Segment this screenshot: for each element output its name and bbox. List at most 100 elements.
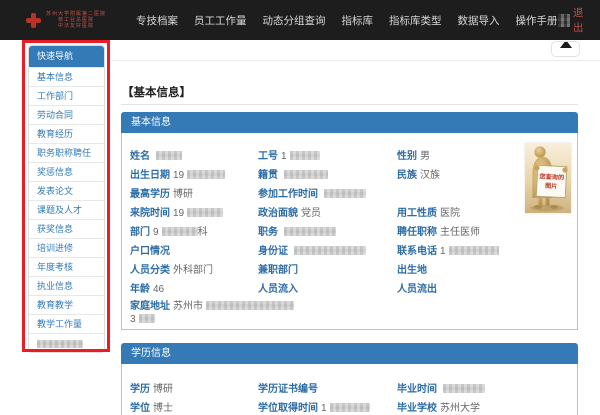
panel-header-education: 学历信息 <box>121 343 578 364</box>
education-info-panel: 学历信息 学历博研 学历证书编号 毕业时间 学位博士 学位取得时间1 毕业学校苏… <box>121 343 578 415</box>
field-value: 党员 <box>301 208 321 219</box>
field-hospital-entry-time: 来院时间19 <box>130 202 258 221</box>
basic-info-panel: 基本信息 姓名 工号1 性别男 出生日期19 籍贯 民族汉族 最高学历博研 参加… <box>121 112 578 330</box>
field-label: 毕业学校 <box>397 403 437 414</box>
field-value: 男 <box>420 151 430 162</box>
field-label: 政治面貌 <box>258 208 298 219</box>
sidebar-item-papers[interactable]: 发表论文 <box>29 181 104 200</box>
field-value: 博士 <box>153 403 173 414</box>
field-value: 博研 <box>173 189 193 200</box>
no-photo-placeholder: 您查询的 图片 <box>525 143 571 213</box>
hospital-logo-text: 苏州大学附属第二医院 核工业总医院 中法友好医院 <box>46 11 106 29</box>
field-diploma-number: 学历证书编号 <box>258 378 397 397</box>
sidebar-item-education-history[interactable]: 教育经历 <box>29 124 104 143</box>
field-label: 部门 <box>130 227 150 238</box>
panel-body-education: 学历博研 学历证书编号 毕业时间 学位博士 学位取得时间1 毕业学校苏州大学 <box>121 364 578 415</box>
red-cross-icon <box>26 13 41 28</box>
field-employee-id: 工号1 <box>258 145 397 164</box>
field-value: 医院 <box>440 208 460 219</box>
field-age: 年龄46 <box>130 278 258 297</box>
sidebar-header: 快速导航 <box>29 46 104 67</box>
field-label: 出生日期 <box>130 170 170 181</box>
nav-item-indicator-type[interactable]: 指标库类型 <box>389 13 442 28</box>
field-label: 聘任职称 <box>397 227 437 238</box>
redacted-value <box>139 314 155 323</box>
field-row: 姓名 工号1 性别男 <box>122 145 577 164</box>
field-value: 19 <box>173 208 184 219</box>
field-label: 来院时间 <box>130 208 170 219</box>
sidebar-item-labor-contract[interactable]: 劳动合同 <box>29 105 104 124</box>
svg-text:您查询的: 您查询的 <box>539 172 564 181</box>
scroll-top-button[interactable] <box>551 41 580 57</box>
redacted-value <box>324 189 366 198</box>
field-row: 户口情况 身份证 联系电话1 <box>122 240 577 259</box>
page-title: 【基本信息】 <box>122 84 191 100</box>
panel-body-basic: 姓名 工号1 性别男 出生日期19 籍贯 民族汉族 最高学历博研 参加工作时间 … <box>121 133 578 330</box>
field-label: 人员分类 <box>130 265 170 276</box>
field-label: 最高学历 <box>130 189 170 200</box>
field-birthplace: 出生地 <box>397 259 577 278</box>
field-row: 人员分类外科部门 兼职部门 出生地 <box>122 259 577 278</box>
field-phone: 联系电话1 <box>397 240 577 259</box>
nav-item-workload[interactable]: 员工工作量 <box>194 13 247 28</box>
field-label: 职务 <box>258 227 278 238</box>
field-home-address: 家庭地址苏州市 3 <box>122 300 577 326</box>
field-label: 民族 <box>397 170 417 181</box>
sidebar-item-teaching-workload[interactable]: 教学工作量 <box>29 314 104 333</box>
sidebar-item-redacted[interactable] <box>29 333 104 352</box>
sidebar-item-annual-assessment[interactable]: 年度考核 <box>29 257 104 276</box>
up-arrow-icon <box>560 41 572 48</box>
nav-item-indicator-lib[interactable]: 指标库 <box>342 13 374 28</box>
logout-button[interactable]: 退出 <box>573 5 588 35</box>
title-separator <box>121 104 578 105</box>
field-label: 工号 <box>258 151 278 162</box>
field-department: 部门9科 <box>130 221 258 240</box>
field-label: 人员流入 <box>258 284 298 295</box>
nav-item-group-query[interactable]: 动态分组查询 <box>263 13 326 28</box>
nav-item-archives[interactable]: 专技档案 <box>136 13 178 28</box>
main-menu: 专技档案 员工工作量 动态分组查询 指标库 指标库类型 数据导入 操作手册 <box>120 13 558 28</box>
redacted-value <box>449 246 499 255</box>
sidebar-item-basic-info[interactable]: 基本信息 <box>29 67 104 86</box>
field-political-status: 政治面貌党员 <box>258 202 397 221</box>
sidebar-item-work-dept[interactable]: 工作部门 <box>29 86 104 105</box>
field-label: 用工性质 <box>397 208 437 219</box>
field-row: 部门9科 职务 聘任职称主任医师 <box>122 221 577 240</box>
redacted-value <box>290 151 320 160</box>
sidebar-item-awards[interactable]: 获奖信息 <box>29 219 104 238</box>
placeholder-figure-image: 您查询的 图片 <box>525 143 571 213</box>
top-navbar: 苏州大学附属第二医院 核工业总医院 中法友好医院 专技档案 员工工作量 动态分组… <box>0 0 600 40</box>
redacted-value <box>187 208 223 217</box>
svg-text:图片: 图片 <box>545 182 558 191</box>
redacted-value <box>284 170 328 179</box>
redacted-value <box>294 246 366 255</box>
field-value: 汉族 <box>420 170 440 181</box>
field-value: 苏州大学 <box>440 403 480 414</box>
nav-item-manual[interactable]: 操作手册 <box>516 13 558 28</box>
field-value: 1 <box>440 246 446 257</box>
redacted-value <box>156 151 182 160</box>
field-value: 苏州市 <box>173 301 203 312</box>
sidebar-item-rewards-punishments[interactable]: 奖惩信息 <box>29 162 104 181</box>
field-label: 学位 <box>130 403 150 414</box>
field-degree: 学位博士 <box>130 397 258 415</box>
field-degree-obtained-time: 学位取得时间1 <box>258 397 397 415</box>
field-value: 主任医师 <box>440 227 480 238</box>
quick-nav-sidebar: 快速导航 基本信息 工作部门 劳动合同 教育经历 职务职称聘任 奖惩信息 发表论… <box>28 45 105 353</box>
sidebar-item-practice-info[interactable]: 执业信息 <box>29 276 104 295</box>
field-label: 学历证书编号 <box>258 384 318 395</box>
redacted-value <box>284 227 336 236</box>
field-row: 来院时间19 政治面貌党员 用工性质医院 <box>122 202 577 221</box>
nav-item-data-import[interactable]: 数据导入 <box>458 13 500 28</box>
sidebar-item-teaching[interactable]: 教育教学 <box>29 295 104 314</box>
field-row: 学历博研 学历证书编号 毕业时间 <box>122 378 577 397</box>
field-position: 职务 <box>258 221 397 240</box>
field-id-card: 身份证 <box>258 240 397 259</box>
username-redacted <box>558 14 570 27</box>
sidebar-item-title-appointment[interactable]: 职务职称聘任 <box>29 143 104 162</box>
sidebar-item-projects-talent[interactable]: 课题及人才 <box>29 200 104 219</box>
field-graduation-time: 毕业时间 <box>397 378 577 397</box>
field-education-level: 学历博研 <box>130 378 258 397</box>
sidebar-item-training[interactable]: 培训进修 <box>29 238 104 257</box>
field-label: 毕业时间 <box>397 384 437 395</box>
